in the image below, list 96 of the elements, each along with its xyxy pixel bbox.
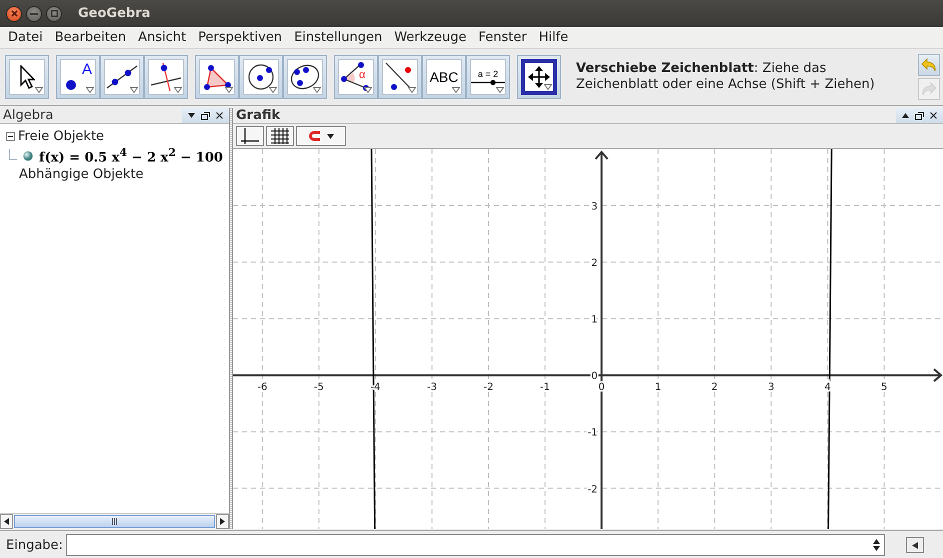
grid-icon [271, 128, 289, 144]
x-axis-label: -2 [484, 382, 494, 394]
x-axis-label: 1 [654, 382, 662, 394]
tool-button[interactable]: ABC [422, 55, 466, 99]
collapse-icon[interactable] [6, 132, 15, 141]
grid-toggle-button[interactable] [266, 126, 294, 146]
corner-triangle-icon [35, 87, 43, 93]
y-axis-label: 1 [591, 314, 598, 326]
corner-triangle-icon [269, 87, 277, 93]
corner-triangle-icon [313, 87, 321, 93]
corner-triangle-icon [452, 87, 460, 93]
tree-group-label[interactable]: Abhängige Objekte [19, 167, 144, 182]
circle-icon [246, 62, 276, 92]
tool-button[interactable] [144, 55, 188, 99]
restore-window-icon[interactable] [201, 112, 210, 120]
tree-group-label[interactable]: Freie Objekte [18, 129, 104, 144]
minimize-icon [30, 12, 38, 14]
ellipse-icon [289, 63, 321, 91]
x-axis-label: 3 [768, 382, 774, 394]
corner-triangle-icon [544, 84, 552, 90]
maximize-icon [50, 10, 58, 17]
panel-title: Algebra [2, 108, 54, 123]
magnet-icon [308, 131, 320, 141]
menu-item[interactable]: Datei [2, 30, 49, 45]
minimize-button[interactable] [26, 6, 42, 22]
snap-dropdown-button[interactable] [296, 126, 346, 146]
redo-arrow-icon [921, 82, 937, 96]
cursor-arrow-icon [19, 65, 35, 89]
line-through-points-icon [106, 65, 138, 89]
close-icon[interactable] [930, 112, 937, 119]
menu-item[interactable]: Einstellungen [288, 30, 388, 45]
restore-window-icon[interactable] [915, 112, 924, 120]
axes-icon [241, 128, 259, 144]
input-label: Eingabe: [6, 538, 63, 552]
tool-button[interactable] [239, 55, 283, 99]
corner-triangle-icon [86, 87, 94, 93]
window-title: GeoGebra [78, 6, 150, 21]
caret-down-icon [326, 134, 334, 138]
input-field[interactable] [66, 534, 885, 556]
x-axis-label: 2 [711, 382, 718, 394]
menu-item[interactable]: Werkzeuge [388, 30, 472, 45]
undo-arrow-icon [921, 58, 937, 72]
menu-item[interactable]: Bearbeiten [48, 30, 132, 45]
caret-up-icon[interactable] [902, 113, 909, 118]
y-axis-label: 3 [591, 202, 598, 213]
tool-button[interactable]: α [334, 55, 378, 99]
menu-item[interactable]: Perspektiven [192, 30, 288, 45]
tool-help-text: Verschiebe Zeichenblatt: Ziehe das Zeichenblatt oder eine Achse (Shift + Ziehen) [575, 61, 876, 93]
y-axis-label: -1 [588, 428, 598, 439]
grip-icon [112, 518, 117, 525]
tool-button[interactable] [283, 55, 327, 99]
tool-button[interactable] [5, 55, 49, 99]
y-axis-label: -2 [588, 484, 598, 496]
tool-button[interactable] [195, 55, 239, 99]
x-axis-label: -3 [427, 382, 437, 394]
y-axis-label: 2 [591, 258, 598, 270]
function-definition[interactable]: f(x) = 0.5 x$^{4}$ − 2 x$^{2}$ − 100 [39, 146, 223, 166]
tool-button[interactable]: A [56, 55, 100, 99]
maximize-button[interactable] [46, 6, 62, 22]
x-axis-label: 5 [881, 382, 888, 394]
tree-line [9, 148, 17, 162]
tool-button[interactable]: a = 2 [466, 55, 510, 99]
axes-toggle-button[interactable] [236, 126, 264, 146]
caret-down-icon[interactable] [188, 113, 195, 118]
triangle-left-icon [912, 542, 918, 548]
corner-triangle-icon [364, 87, 372, 93]
four-way-arrow-icon [528, 66, 550, 88]
scroll-left-icon[interactable] [4, 518, 9, 525]
tool-button[interactable] [378, 55, 422, 99]
spinner-arrows-icon [873, 539, 880, 551]
menu-item[interactable]: Ansicht [132, 30, 192, 45]
close-button[interactable] [6, 6, 22, 22]
triangle-icon [203, 64, 231, 90]
scroll-right-icon[interactable] [220, 518, 225, 525]
undo-button[interactable] [918, 54, 940, 76]
menu-item[interactable]: Hilfe [532, 30, 574, 45]
slider-icon [471, 78, 505, 86]
perpendicular-line-icon [150, 63, 182, 91]
sphere-icon[interactable] [23, 150, 33, 160]
horizontal-scrollbar[interactable] [0, 513, 229, 529]
menu-item[interactable]: Fenster [472, 30, 533, 45]
tool-button[interactable] [517, 55, 561, 99]
point-icon [65, 79, 77, 91]
x-axis-label: -1 [540, 382, 550, 394]
corner-triangle-icon [130, 87, 138, 93]
x-axis-label: -5 [314, 382, 324, 394]
corner-triangle-icon [174, 87, 182, 93]
panel-title: Grafik [235, 108, 282, 123]
x-axis-label: -6 [257, 382, 268, 394]
close-icon[interactable] [216, 112, 223, 119]
corner-triangle-icon [408, 87, 416, 93]
corner-triangle-icon [225, 87, 233, 93]
close-icon [10, 10, 18, 17]
input-help-button[interactable] [906, 537, 924, 553]
tool-button[interactable] [100, 55, 144, 99]
corner-triangle-icon [496, 87, 504, 93]
